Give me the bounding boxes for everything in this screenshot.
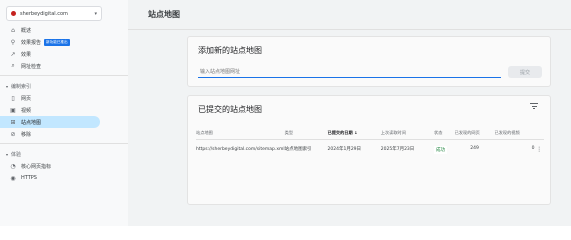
divider <box>0 75 128 76</box>
page-title: 站点地图 <box>148 10 180 19</box>
sidebar-item-label: 核心网页指标 <box>21 163 52 170</box>
home-icon: ⌂ <box>11 26 15 34</box>
search-perf-icon: ⚲ <box>10 38 16 46</box>
sidebar-item-https[interactable]: ◉ HTTPS <box>0 172 128 184</box>
add-sitemap-title: 添加新的站点地图 <box>198 46 262 55</box>
sitemap-url-input[interactable] <box>198 66 501 78</box>
sidebar-item-removals[interactable]: ⊘ 移除 <box>0 128 128 140</box>
sidebar-item-sitemaps[interactable]: ⊞ 站点地图 <box>0 116 100 128</box>
sidebar: sherbeydigital.com ▾ ⌂ 概述 ⚲ 效果报告 新功能已推出 … <box>0 0 128 226</box>
cell-sitemap-url: https://sherbeydigital.com/sitemap.xml <box>196 138 285 154</box>
col-pages[interactable]: 已发现的网页 <box>455 127 495 139</box>
col-type[interactable]: 类型 <box>285 127 328 139</box>
section-label: 编制索引 <box>11 83 32 90</box>
search-icon: ⌕ <box>11 62 15 69</box>
cell-videos: 0 <box>494 138 535 154</box>
property-favicon <box>11 11 16 16</box>
sidebar-item-overview[interactable]: ⌂ 概述 <box>0 24 128 36</box>
gauge-icon: ◔ <box>10 162 16 170</box>
property-name: sherbeydigital.com <box>20 10 68 17</box>
cell-last-read: 2025年7月23日 <box>380 138 434 154</box>
sidebar-item-label: 移除 <box>21 131 32 138</box>
sidebar-item-core-web-vitals[interactable]: ◔ 核心网页指标 <box>0 160 128 172</box>
property-selector[interactable]: sherbeydigital.com ▾ <box>6 6 102 21</box>
submitted-sitemaps-title: 已提交的站点地图 <box>198 105 262 114</box>
sidebar-item-performance-report[interactable]: ⚲ 效果报告 新功能已推出 <box>0 36 128 48</box>
submit-button[interactable]: 提交 <box>508 66 542 78</box>
sidebar-item-label: 效果 <box>21 51 32 58</box>
sidebar-item-pages[interactable]: ▯ 网页 <box>0 92 128 104</box>
sort-arrow-icon: ↓ <box>354 129 358 135</box>
status-badge: 成功 <box>434 145 447 154</box>
col-submitted[interactable]: 已提交的日期 ↓ <box>328 127 381 139</box>
col-actions <box>534 127 544 139</box>
cell-submitted: 2024年1月29日 <box>327 138 381 154</box>
submitted-sitemaps-card: 已提交的站点地图 站点地图 类型 已提交的日期 ↓ 上次读取时间 状态 已发现的… <box>187 95 551 205</box>
app-shell: sherbeydigital.com ▾ ⌂ 概述 ⚲ 效果报告 新功能已推出 … <box>0 0 571 226</box>
more-vert-icon[interactable]: ⋮ <box>536 146 542 153</box>
sidebar-nav: ⌂ 概述 ⚲ 效果报告 新功能已推出 ↗ 效果 ⌕ 网址检查 ▾ 编制索引 ▯ … <box>0 24 128 184</box>
trend-icon: ↗ <box>10 50 16 58</box>
sidebar-item-label: 网页 <box>21 95 32 102</box>
cell-status: 成功 <box>434 138 455 154</box>
col-videos[interactable]: 已发现的视频 <box>495 127 535 139</box>
video-icon: ▣ <box>10 106 16 114</box>
sidebar-item-performance[interactable]: ↗ 效果 <box>0 48 128 60</box>
sidebar-item-label: 效果报告 <box>21 39 42 46</box>
lock-icon: ◉ <box>10 174 16 182</box>
sidebar-item-label: 概述 <box>21 27 32 34</box>
col-status[interactable]: 状态 <box>434 127 455 139</box>
remove-icon: ⊘ <box>10 130 16 138</box>
filter-icon[interactable] <box>530 103 538 109</box>
new-feature-badge: 新功能已推出 <box>44 38 70 46</box>
sidebar-item-label: 网址检查 <box>21 63 42 70</box>
section-experience[interactable]: ▾ 体验 <box>0 148 128 160</box>
chevron-down-icon: ▾ <box>94 10 97 17</box>
sidebar-item-label: 视频 <box>21 107 32 114</box>
section-label: 体验 <box>11 151 22 158</box>
sidebar-item-videos[interactable]: ▣ 视频 <box>0 104 128 116</box>
cell-type: 站点地图索引 <box>284 138 328 154</box>
table-row[interactable]: https://sherbeydigital.com/sitemap.xml 站… <box>196 138 544 154</box>
col-last-read[interactable]: 上次读取时间 <box>381 127 434 139</box>
table-header-row: 站点地图 类型 已提交的日期 ↓ 上次读取时间 状态 已发现的网页 已发现的视频 <box>196 127 544 139</box>
section-indexing[interactable]: ▾ 编制索引 <box>0 80 128 92</box>
divider <box>0 143 128 144</box>
sidebar-item-label: HTTPS <box>21 175 37 181</box>
page-header: 站点地图 <box>128 0 571 30</box>
cell-pages: 249 <box>454 138 495 154</box>
collapse-icon: ▾ <box>6 83 9 89</box>
col-sitemap[interactable]: 站点地图 <box>196 127 285 139</box>
sidebar-item-label: 站点地图 <box>21 119 42 126</box>
page-icon: ▯ <box>11 94 15 102</box>
add-sitemap-card: 添加新的站点地图 提交 <box>187 36 551 87</box>
col-submitted-label: 已提交的日期 <box>327 129 353 135</box>
sitemaps-table: 站点地图 类型 已提交的日期 ↓ 上次读取时间 状态 已发现的网页 已发现的视频… <box>196 127 544 154</box>
sitemap-icon: ⊞ <box>10 118 16 126</box>
collapse-icon: ▾ <box>6 151 9 157</box>
cell-actions: ⋮ <box>534 138 544 154</box>
sidebar-item-url-inspection[interactable]: ⌕ 网址检查 <box>0 60 128 72</box>
